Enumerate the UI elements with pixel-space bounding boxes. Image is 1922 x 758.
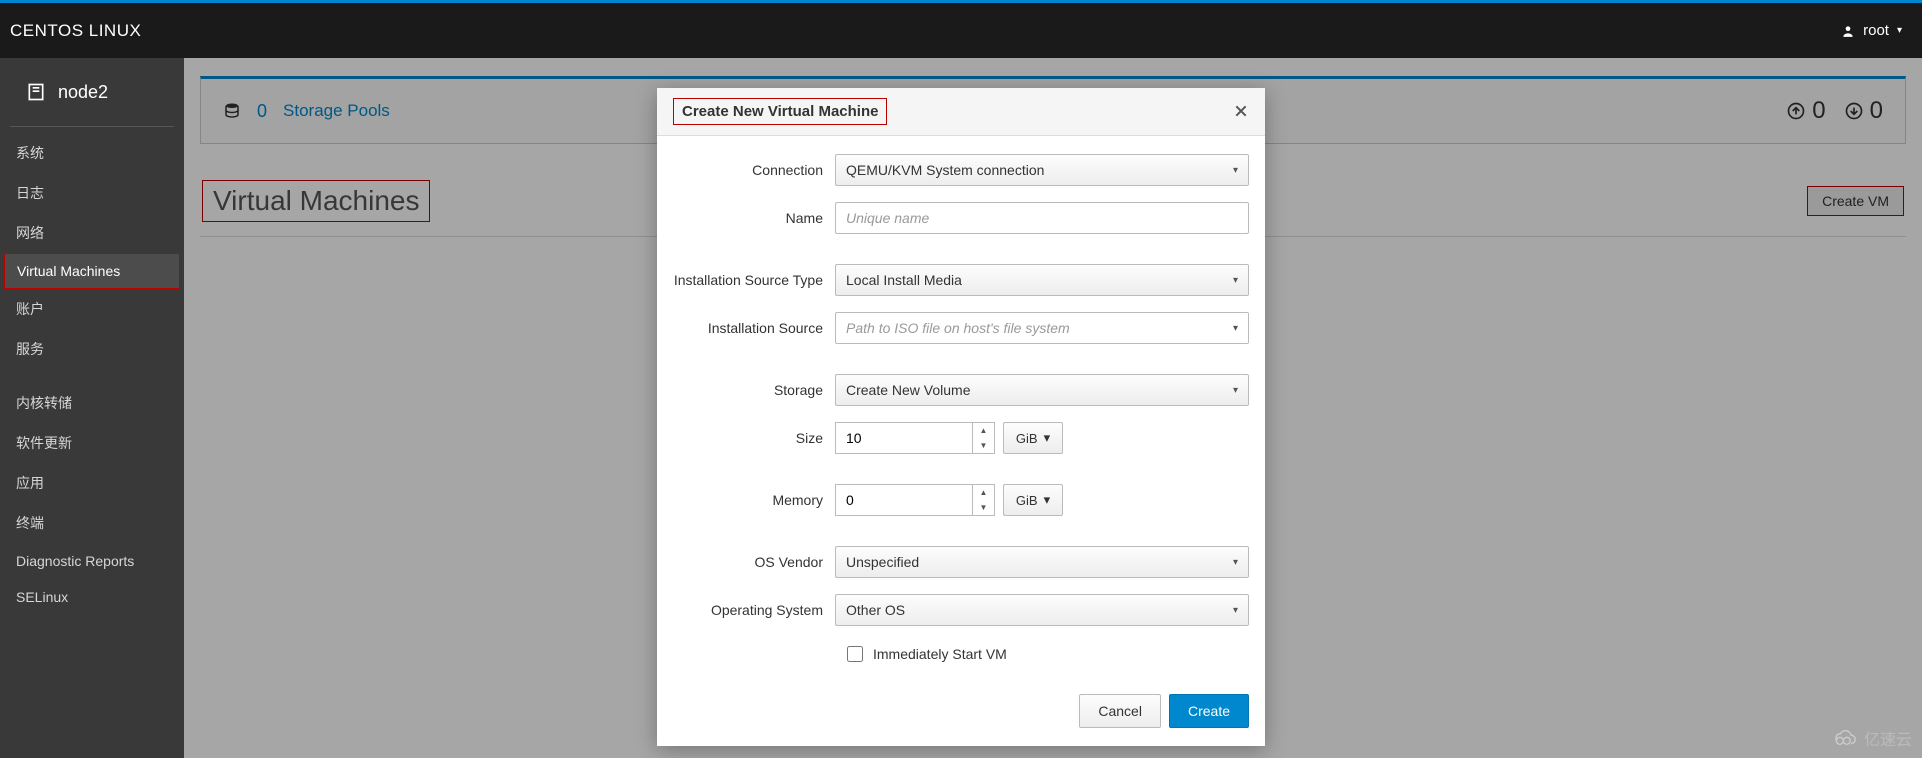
chevron-down-icon: ▾ [1233, 557, 1238, 568]
chevron-down-icon: ▾ [1233, 385, 1238, 396]
sidebar-item-apps[interactable]: 应用 [0, 463, 184, 503]
user-icon [1841, 24, 1855, 38]
sidebar-item-network[interactable]: 网络 [0, 213, 184, 253]
sidebar-item-virtual-machines[interactable]: Virtual Machines [4, 253, 180, 289]
label-size: Size [673, 430, 835, 446]
sidebar-item-selinux[interactable]: SELinux [0, 579, 184, 615]
chevron-down-icon: ▾ [1233, 323, 1238, 334]
create-vm-modal: Create New Virtual Machine Connection QE… [657, 88, 1265, 746]
server-icon [26, 80, 46, 104]
memory-input[interactable] [835, 484, 995, 516]
label-os: Operating System [673, 602, 835, 618]
sidebar-item-kdump[interactable]: 内核转储 [0, 383, 184, 423]
user-menu[interactable]: root ▾ [1841, 22, 1902, 39]
storage-select[interactable]: Create New Volume ▾ [835, 374, 1249, 406]
close-icon [1233, 103, 1249, 119]
watermark: 亿速云 [1830, 726, 1912, 750]
size-unit-select[interactable]: GiB ▾ [1003, 422, 1063, 454]
size-input[interactable] [835, 422, 995, 454]
host-name: node2 [58, 82, 108, 103]
label-os-vendor: OS Vendor [673, 554, 835, 570]
os-select[interactable]: Other OS ▾ [835, 594, 1249, 626]
connection-select[interactable]: QEMU/KVM System connection ▾ [835, 154, 1249, 186]
chevron-down-icon: ▾ [1233, 275, 1238, 286]
sidebar-item-accounts[interactable]: 账户 [0, 289, 184, 329]
install-type-select[interactable]: Local Install Media ▾ [835, 264, 1249, 296]
modal-title: Create New Virtual Machine [673, 98, 887, 125]
create-button[interactable]: Create [1169, 694, 1249, 728]
sidebar-item-system[interactable]: 系统 [0, 133, 184, 173]
label-memory: Memory [673, 492, 835, 508]
label-connection: Connection [673, 162, 835, 178]
label-immediately: Immediately Start VM [873, 646, 1007, 662]
top-bar: CENTOS LINUX root ▾ [0, 0, 1922, 58]
install-source-select[interactable]: Path to ISO file on host's file system ▾ [835, 312, 1249, 344]
memory-unit-select[interactable]: GiB ▾ [1003, 484, 1063, 516]
sidebar-item-updates[interactable]: 软件更新 [0, 423, 184, 463]
spin-up-icon[interactable]: ▲ [973, 423, 994, 438]
sidebar-item-logs[interactable]: 日志 [0, 173, 184, 213]
label-install-source: Installation Source [673, 320, 835, 336]
chevron-down-icon: ▾ [1233, 165, 1238, 176]
chevron-down-icon: ▾ [1044, 492, 1051, 508]
host-header[interactable]: node2 [10, 68, 174, 127]
immediately-start-checkbox[interactable] [847, 646, 863, 662]
cancel-button[interactable]: Cancel [1079, 694, 1161, 728]
chevron-down-icon: ▾ [1044, 430, 1051, 446]
label-storage: Storage [673, 382, 835, 398]
label-name: Name [673, 210, 835, 226]
user-name: root [1863, 22, 1889, 39]
chevron-down-icon: ▾ [1233, 605, 1238, 616]
name-input[interactable] [835, 202, 1249, 234]
label-install-type: Installation Source Type [673, 272, 835, 288]
sidebar-item-terminal[interactable]: 终端 [0, 503, 184, 543]
modal-close-button[interactable] [1233, 99, 1249, 125]
sidebar-item-diagnostic[interactable]: Diagnostic Reports [0, 543, 184, 579]
size-input-wrap: ▲▼ [835, 422, 995, 454]
caret-down-icon: ▾ [1897, 25, 1902, 36]
sidebar-item-services[interactable]: 服务 [0, 329, 184, 369]
cloud-icon [1830, 729, 1858, 747]
memory-input-wrap: ▲▼ [835, 484, 995, 516]
spin-up-icon[interactable]: ▲ [973, 485, 994, 500]
spin-down-icon[interactable]: ▼ [973, 438, 994, 453]
sidebar: node2 系统 日志 网络 Virtual Machines 账户 服务 内核… [0, 58, 184, 758]
os-vendor-select[interactable]: Unspecified ▾ [835, 546, 1249, 578]
spin-down-icon[interactable]: ▼ [973, 500, 994, 515]
brand-title: CENTOS LINUX [10, 21, 141, 41]
